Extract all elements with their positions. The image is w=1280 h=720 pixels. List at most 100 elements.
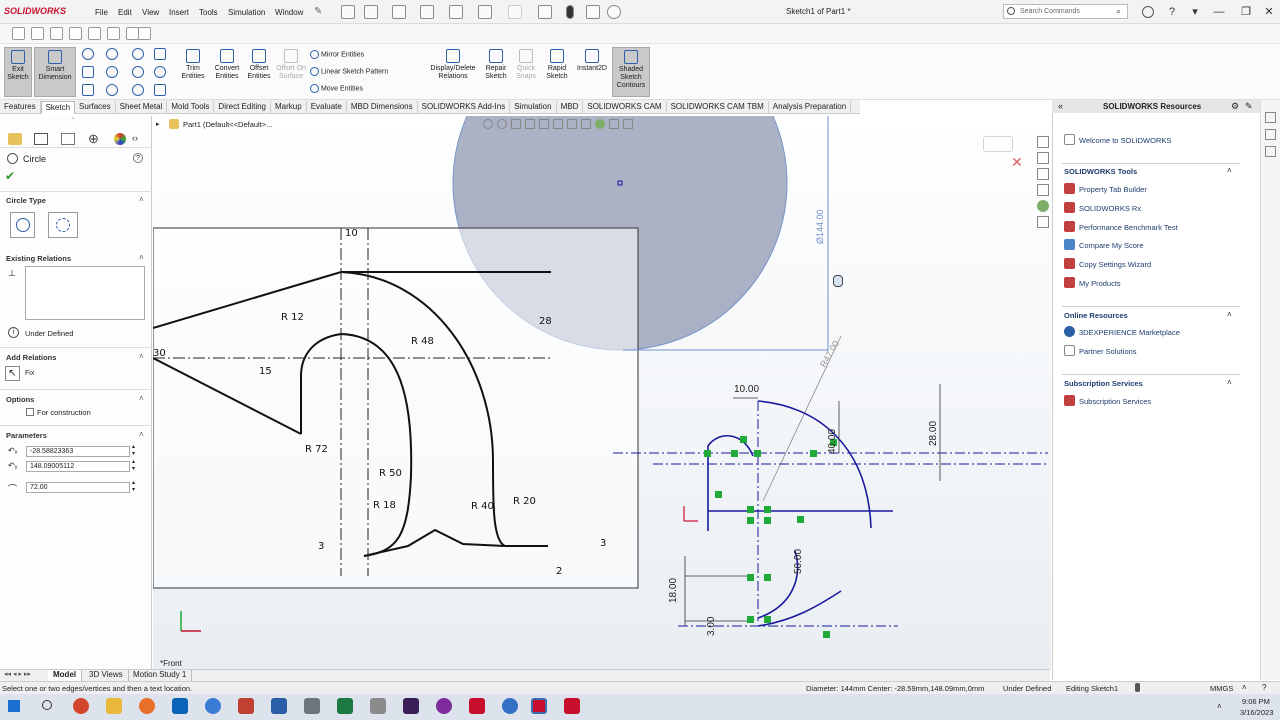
app-icon[interactable] <box>403 698 419 714</box>
undo-icon[interactable] <box>478 5 492 19</box>
pin-icon[interactable]: ✎ <box>1245 101 1253 112</box>
dimxpert-tab-icon[interactable]: ⊕ <box>88 131 99 147</box>
spin-icon[interactable]: ▴ ▾ <box>132 459 135 473</box>
scene-icon[interactable] <box>609 119 619 129</box>
fix-relation-label[interactable]: Fix <box>25 370 34 377</box>
tab-analysis-preparation[interactable]: Analysis Preparation <box>769 101 852 114</box>
sketch-tool-icon[interactable] <box>31 27 44 40</box>
home-icon[interactable] <box>341 5 355 19</box>
search-commands-input[interactable]: Search Commands <box>1003 4 1128 19</box>
instant2d-button[interactable]: Instant2D <box>574 47 610 97</box>
tab-motion-study[interactable]: Motion Study 1 <box>128 670 193 681</box>
collapse-icon[interactable]: ˄ <box>139 253 144 262</box>
confirmation-corner-icon[interactable] <box>983 136 1013 152</box>
collapse-icon[interactable]: ˄ <box>1227 378 1232 387</box>
shaded-sketch-contours-button[interactable]: Shaded Sketch Contours <box>612 47 650 97</box>
center-x-field[interactable]: -28.58823363 <box>26 446 130 457</box>
app-icon[interactable] <box>436 698 452 714</box>
subscription-link[interactable]: Subscription Services <box>1079 397 1151 406</box>
collapse-icon[interactable]: ˄ <box>1227 166 1232 175</box>
word-icon[interactable] <box>271 698 287 714</box>
collapse-icon[interactable]: ˄ <box>139 394 144 403</box>
quick-snaps-button[interactable]: Quick Snaps <box>514 47 538 97</box>
sketch-tool-icon[interactable] <box>138 27 151 40</box>
app-icon[interactable] <box>304 698 320 714</box>
app-icon[interactable] <box>502 698 518 714</box>
radius-field[interactable]: 72.00 <box>26 482 130 493</box>
tab-solidworks-cam[interactable]: SOLIDWORKS CAM <box>583 101 667 114</box>
appearances-icon[interactable] <box>1037 200 1049 212</box>
spin-icon[interactable]: ▴ ▾ <box>132 444 135 458</box>
options-gear-icon[interactable] <box>607 5 621 19</box>
menu-tools[interactable]: Tools <box>199 8 218 17</box>
appearance-icon[interactable] <box>595 119 605 129</box>
menu-edit[interactable]: Edit <box>118 8 132 17</box>
line-icon[interactable] <box>82 48 94 60</box>
solidworks-rx-link[interactable]: SOLIDWORKS Rx <box>1079 204 1141 213</box>
tab-solidworks-add-ins[interactable]: SOLIDWORKS Add-Ins <box>418 101 511 114</box>
existing-relations-header[interactable]: Existing Relations <box>6 254 71 263</box>
status-units[interactable]: MMGS <box>1210 684 1233 693</box>
task-pane-tab-icon[interactable] <box>1265 146 1276 157</box>
collapse-panel-icon[interactable]: « <box>1058 101 1063 111</box>
offset-on-surface-button[interactable]: Offset On Surface <box>276 47 306 97</box>
collapse-icon[interactable]: ˄ <box>139 352 144 361</box>
display-manager-tab-icon[interactable] <box>114 133 126 145</box>
display-delete-relations-button[interactable]: Display/Delete Relations <box>428 47 478 97</box>
help-dropdown-icon[interactable]: ▾ <box>1188 5 1202 19</box>
menu-insert[interactable]: Insert <box>169 8 189 17</box>
relations-list[interactable] <box>25 266 145 320</box>
fillet-icon[interactable] <box>132 84 144 96</box>
restore-icon[interactable]: ❐ <box>1239 5 1253 19</box>
configuration-manager-tab-icon[interactable] <box>61 133 75 145</box>
tab-mbd-dimensions[interactable]: MBD Dimensions <box>347 101 418 114</box>
help-icon[interactable]: ? <box>133 153 143 163</box>
plane-icon[interactable] <box>154 84 166 96</box>
solidworks-active-icon[interactable] <box>531 698 547 714</box>
text-icon[interactable] <box>154 66 166 78</box>
feature-tree-part[interactable]: Part1 (Default<<Default>... <box>183 120 272 129</box>
minimize-icon[interactable]: — <box>1212 5 1226 19</box>
rebuild-icon[interactable] <box>1135 683 1140 692</box>
close-icon[interactable]: ✕ <box>1262 5 1276 19</box>
help-icon[interactable]: ? <box>1262 683 1266 692</box>
tab-evaluate[interactable]: Evaluate <box>307 101 347 114</box>
tools-section-title[interactable]: SOLIDWORKS Tools <box>1064 167 1137 176</box>
open-icon[interactable] <box>392 5 406 19</box>
dim-3[interactable]: 3.00 <box>706 617 717 636</box>
property-manager-tab-icon[interactable] <box>34 133 48 145</box>
tab-3d-views[interactable]: 3D Views <box>84 670 129 681</box>
tray-chevron-icon[interactable]: ˄ <box>1217 702 1222 711</box>
add-relations-header[interactable]: Add Relations <box>6 353 56 362</box>
dim-10[interactable]: 10.00 <box>734 384 759 395</box>
tab-scroll-icon[interactable]: ◂◂ ◂ ▸ ▸▸ <box>4 670 31 678</box>
sketch-tool-icon[interactable] <box>107 27 120 40</box>
diameter-dimension[interactable]: Ø144.00 <box>815 209 825 244</box>
rectangle-icon[interactable] <box>82 66 94 78</box>
clock-date[interactable]: 3/16/2023 <box>1240 708 1273 717</box>
subscription-section-title[interactable]: Subscription Services <box>1064 379 1143 388</box>
design-library-icon[interactable] <box>1037 152 1049 164</box>
display-style-icon[interactable] <box>567 119 577 129</box>
tab-sheet-metal[interactable]: Sheet Metal <box>116 101 168 114</box>
tab-surfaces[interactable]: Surfaces <box>75 101 116 114</box>
dynamic-annotation-icon[interactable] <box>539 119 549 129</box>
trim-entities-button[interactable]: Trim Entities <box>178 47 208 97</box>
user-icon[interactable] <box>1142 6 1154 18</box>
spline-icon[interactable] <box>132 48 144 60</box>
dim-18[interactable]: 18.00 <box>668 578 679 603</box>
convert-entities-button[interactable]: Convert Entities <box>211 47 243 97</box>
tab-direct-editing[interactable]: Direct Editing <box>214 101 271 114</box>
for-construction-checkbox[interactable] <box>26 408 34 416</box>
exit-sketch-button[interactable]: Exit Sketch <box>4 47 32 97</box>
windows-start-icon[interactable] <box>8 700 20 712</box>
app-icon[interactable] <box>205 698 221 714</box>
marketplace-link[interactable]: 3DEXPERIENCE Marketplace <box>1079 328 1180 337</box>
view-settings-icon[interactable] <box>623 119 633 129</box>
app-icon[interactable] <box>238 698 254 714</box>
sketch-tool-icon[interactable] <box>88 27 101 40</box>
collapse-icon[interactable]: ˄ <box>1227 310 1232 319</box>
hide-show-icon[interactable] <box>581 119 591 129</box>
pin-icon[interactable]: ✎ <box>314 6 322 17</box>
graphics-area[interactable]: 10 R 12 R 48 28 30 15 R 72 R 50 R 18 R 40 R 20 3 3 2 <box>153 116 1051 669</box>
